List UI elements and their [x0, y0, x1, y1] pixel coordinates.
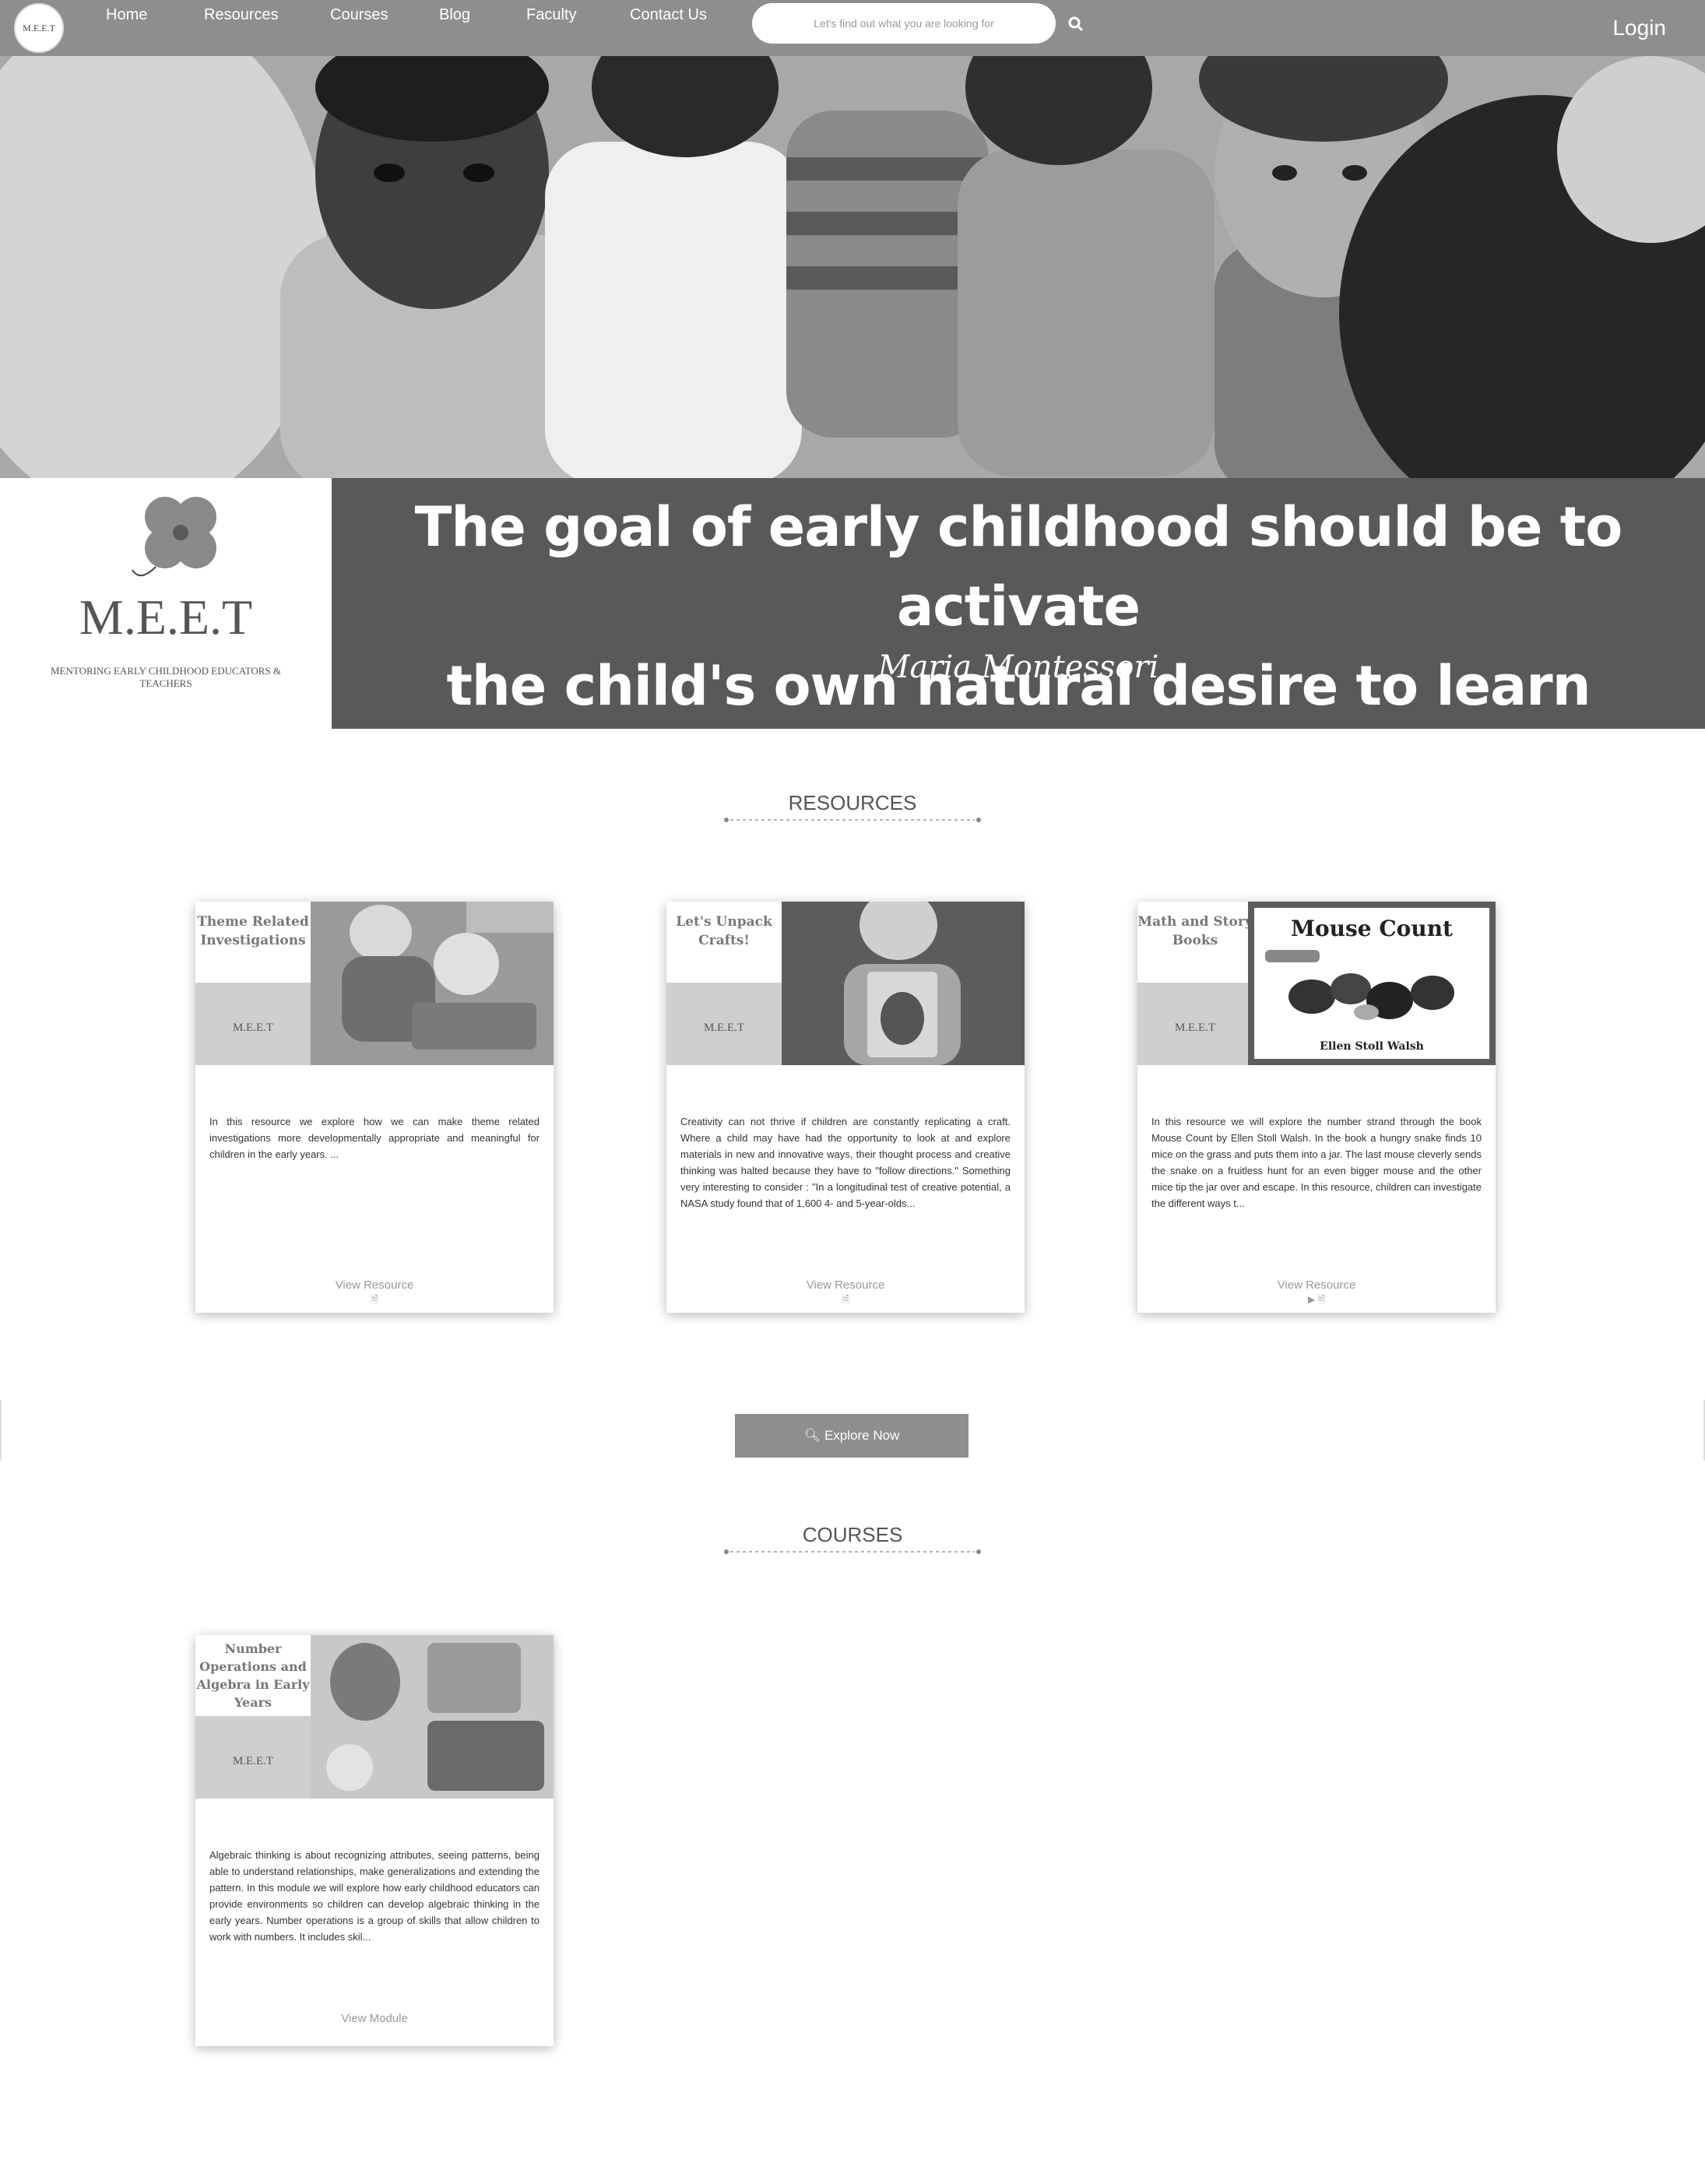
resource-card[interactable]: Theme Related Investigations M.E.E.T In …	[195, 902, 554, 1313]
book-cover: Mouse Count Ellen Stoll Walsh	[1248, 902, 1496, 1065]
view-resource-link[interactable]: View Resource	[666, 1278, 1025, 1292]
view-module-link[interactable]: View Module	[195, 2012, 554, 2025]
nav-home[interactable]: Home	[106, 6, 147, 24]
search-icon: 🔍︎	[803, 1428, 821, 1443]
resource-description: In this resource we explore how we can m…	[209, 1116, 540, 1160]
explore-now-label: Explore Now	[824, 1428, 900, 1443]
mice-illustration	[1265, 950, 1454, 1020]
thumbnail-photo	[311, 1635, 554, 1799]
search-input[interactable]	[752, 3, 1056, 44]
thumbnail-brand: M.E.E.T	[1137, 983, 1253, 1065]
thumbnail-title: Number Operations and Algebra in Early Y…	[195, 1635, 311, 1716]
brand-panel: M.E.E.T MENTORING EARLY CHILDHOOD EDUCAT…	[0, 478, 332, 729]
thumbnail-title: Math and Story Books	[1137, 902, 1253, 983]
top-nav: M.E.E.T Home Resources Courses Blog Facu…	[0, 0, 1705, 56]
logo-text: M.E.E.T	[23, 22, 55, 33]
butterfly-logo-icon	[132, 497, 216, 576]
course-description: Algebraic thinking is about recognizing …	[209, 1849, 540, 1943]
login-link[interactable]: Login	[1612, 16, 1666, 40]
thumbnail-photo	[311, 902, 554, 1065]
courses-heading: COURSES	[802, 1523, 903, 1546]
course-thumbnail[interactable]: Number Operations and Algebra in Early Y…	[195, 1635, 554, 1799]
course-card[interactable]: Number Operations and Algebra in Early Y…	[195, 1635, 554, 2046]
nav-contact-us[interactable]: Contact Us	[630, 6, 707, 24]
thumbnail-photo	[782, 902, 1025, 1065]
book-title: Mouse Count	[1291, 916, 1453, 941]
courses-divider	[724, 1549, 981, 1554]
nav-blog[interactable]: Blog	[439, 6, 470, 24]
search-icon[interactable]	[1067, 16, 1085, 33]
nav-resources[interactable]: Resources	[204, 6, 279, 24]
resources-heading: RESOURCES	[788, 791, 917, 814]
resource-card[interactable]: Math and Story Books M.E.E.T Mouse Count…	[1137, 902, 1496, 1313]
resource-thumbnail[interactable]: Theme Related Investigations M.E.E.T	[195, 902, 554, 1065]
resource-thumbnail[interactable]: Let's Unpack Crafts! M.E.E.T	[666, 902, 1025, 1065]
resource-thumbnail[interactable]: Math and Story Books M.E.E.T Mouse Count…	[1137, 902, 1496, 1065]
thumbnail-brand: M.E.E.T	[195, 983, 311, 1065]
document-icon: 🗎	[371, 1294, 378, 1305]
view-resource-link[interactable]: View Resource	[1137, 1278, 1496, 1292]
brand-name: M.E.E.T	[79, 589, 253, 645]
resource-card[interactable]: Let's Unpack Crafts! M.E.E.T Creativity …	[666, 902, 1025, 1313]
nav-faculty[interactable]: Faculty	[526, 6, 576, 24]
quote-text: The goal of early childhood should be to…	[332, 487, 1705, 726]
quote-author: Maria Montessori	[877, 649, 1159, 685]
thumbnail-title: Theme Related Investigations	[195, 902, 311, 983]
thumbnail-brand: M.E.E.T	[195, 1716, 311, 1799]
thumbnail-title: Let's Unpack Crafts!	[666, 902, 782, 983]
nav-courses[interactable]: Courses	[330, 6, 388, 24]
resources-divider	[724, 818, 981, 822]
explore-now-button[interactable]: 🔍︎ Explore Now	[735, 1414, 969, 1458]
brand-tagline: MENTORING EARLY CHILDHOOD EDUCATORS & TE…	[50, 665, 282, 689]
quote-banner: The goal of early childhood should be to…	[332, 478, 1705, 729]
resource-description: In this resource we will explore the num…	[1151, 1116, 1482, 1209]
view-resource-link[interactable]: View Resource	[195, 1278, 554, 1292]
resource-description: Creativity can not thrive if children ar…	[680, 1116, 1011, 1209]
thumbnail-brand: M.E.E.T	[666, 983, 782, 1065]
site-logo[interactable]: M.E.E.T	[14, 3, 64, 53]
quote-line-1: The goal of early childhood should be to…	[414, 495, 1623, 638]
video-document-icons: ▶ 🗎	[1307, 1294, 1326, 1305]
book-author: Ellen Stoll Walsh	[1320, 1040, 1424, 1053]
hero-image	[0, 56, 1705, 478]
document-icon: 🗎	[842, 1294, 849, 1305]
